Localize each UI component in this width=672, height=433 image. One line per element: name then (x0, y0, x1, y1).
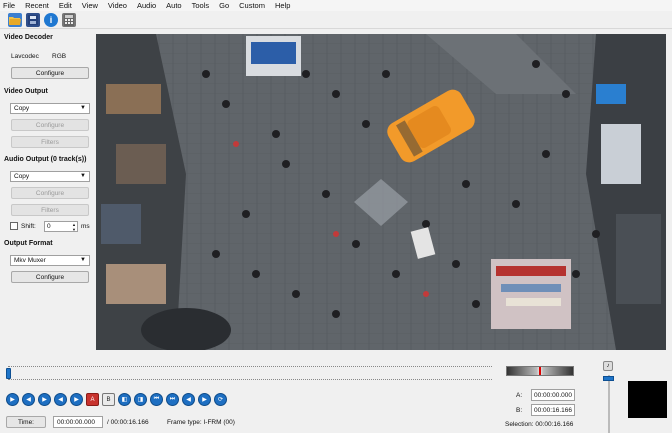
settings-sidebar: Video Decoder Lavcodec RGB Configure Vid… (0, 30, 96, 350)
prev-key-icon[interactable]: ◀ (182, 393, 195, 406)
calculator-icon[interactable] (62, 12, 76, 27)
output-format-title: Output Format (4, 240, 53, 247)
jog-shuttle[interactable] (506, 366, 574, 376)
video-configure-button[interactable]: Configure (11, 119, 89, 131)
next-frame-icon[interactable]: ▶ (70, 393, 83, 406)
next-black-icon[interactable]: ◨ (134, 393, 147, 406)
timeline-slider[interactable] (6, 366, 492, 380)
menu-help[interactable]: Help (275, 1, 290, 10)
marker-b-icon[interactable]: B (102, 393, 115, 406)
chevron-down-icon: ▼ (80, 257, 86, 263)
selection-duration: Selection: 00:00:16.166 (505, 421, 574, 428)
toolbar: i (0, 11, 672, 29)
marker-b-label: B: (516, 407, 523, 414)
mini-preview (628, 381, 667, 418)
menu-file[interactable]: File (3, 1, 15, 10)
shift-label: Shift: (21, 223, 36, 230)
total-time: / 00:00:16.166 (107, 419, 149, 426)
volume-track[interactable] (608, 375, 610, 433)
timeline-handle[interactable] (6, 368, 11, 379)
video-filters-button[interactable]: Filters (11, 136, 89, 148)
next-key-icon[interactable]: ▶ (198, 393, 211, 406)
chevron-down-icon: ▼ (80, 105, 86, 111)
timeline-ticks-top (8, 366, 492, 367)
chevron-down-icon: ▼ (80, 173, 86, 179)
prev-frame-icon[interactable]: ◀ (54, 393, 67, 406)
menu-view[interactable]: View (82, 1, 98, 10)
audio-configure-button[interactable]: Configure (11, 187, 89, 199)
volume-icon[interactable]: ♪ (603, 361, 613, 371)
forward-icon[interactable]: ▶ (38, 393, 51, 406)
shift-spinbox[interactable]: 0 ▲ ▼ (44, 221, 78, 232)
first-frame-icon[interactable]: ⏮ (150, 393, 163, 406)
decoder-colorspace: RGB (52, 53, 67, 60)
menu-auto[interactable]: Auto (166, 1, 181, 10)
spin-arrows-icon[interactable]: ▲ ▼ (72, 222, 76, 232)
play-icon[interactable]: ▶ (6, 393, 19, 406)
playback-controls: ▶ ◀ ▶ ◀ ▶ A B ◧ ◨ ⏮ ⏭ ◀ ▶ ⟳ (6, 393, 227, 406)
prev-black-icon[interactable]: ◧ (118, 393, 131, 406)
last-frame-icon[interactable]: ⏭ (166, 393, 179, 406)
timeline-ticks-bottom (8, 379, 492, 380)
open-folder-icon[interactable] (8, 12, 22, 27)
menu-edit[interactable]: Edit (59, 1, 72, 10)
marker-a-icon[interactable]: A (86, 393, 99, 406)
current-time-field[interactable]: 00:00:00.000 (53, 416, 103, 428)
audio-codec-value: Copy (14, 173, 30, 180)
shift-unit: ms (81, 223, 90, 230)
video-codec-select[interactable]: Copy ▼ (10, 103, 90, 114)
marker-a-field[interactable]: 00:00:00.000 (531, 389, 575, 401)
menu-tools[interactable]: Tools (192, 1, 210, 10)
menu-recent[interactable]: Recent (25, 1, 49, 10)
menu-go[interactable]: Go (219, 1, 229, 10)
video-codec-value: Copy (14, 105, 30, 112)
rewind-icon[interactable]: ◀ (22, 393, 35, 406)
menu-video[interactable]: Video (108, 1, 127, 10)
video-preview[interactable] (96, 34, 666, 350)
jog-center-mark (539, 367, 541, 375)
audio-output-title: Audio Output (0 track(s)) (4, 156, 87, 163)
decoder-configure-button[interactable]: Configure (11, 67, 89, 79)
audio-codec-select[interactable]: Copy ▼ (10, 171, 90, 182)
muxer-configure-button[interactable]: Configure (11, 271, 89, 283)
muxer-value: Mkv Muxer (14, 257, 46, 264)
frame-type: Frame type: I-FRM (00) (167, 419, 235, 426)
video-output-title: Video Output (4, 88, 48, 95)
time-button[interactable]: Time: (6, 416, 46, 428)
decoder-name: Lavcodec (11, 53, 39, 60)
video-decoder-title: Video Decoder (4, 34, 53, 41)
info-icon[interactable]: i (44, 12, 58, 27)
menu-bar: File Recent Edit View Video Audio Auto T… (0, 0, 672, 11)
menu-audio[interactable]: Audio (137, 1, 156, 10)
marker-b-field[interactable]: 00:00:16.166 (531, 404, 575, 416)
shift-checkbox[interactable] (10, 222, 18, 230)
menu-custom[interactable]: Custom (239, 1, 265, 10)
goto-icon[interactable]: ⟳ (214, 393, 227, 406)
marker-a-label: A: (516, 392, 523, 399)
muxer-select[interactable]: Mkv Muxer ▼ (10, 255, 90, 266)
shift-value: 0 (47, 223, 51, 230)
save-icon[interactable] (26, 12, 40, 27)
volume-handle[interactable] (603, 376, 614, 381)
audio-filters-button[interactable]: Filters (11, 204, 89, 216)
